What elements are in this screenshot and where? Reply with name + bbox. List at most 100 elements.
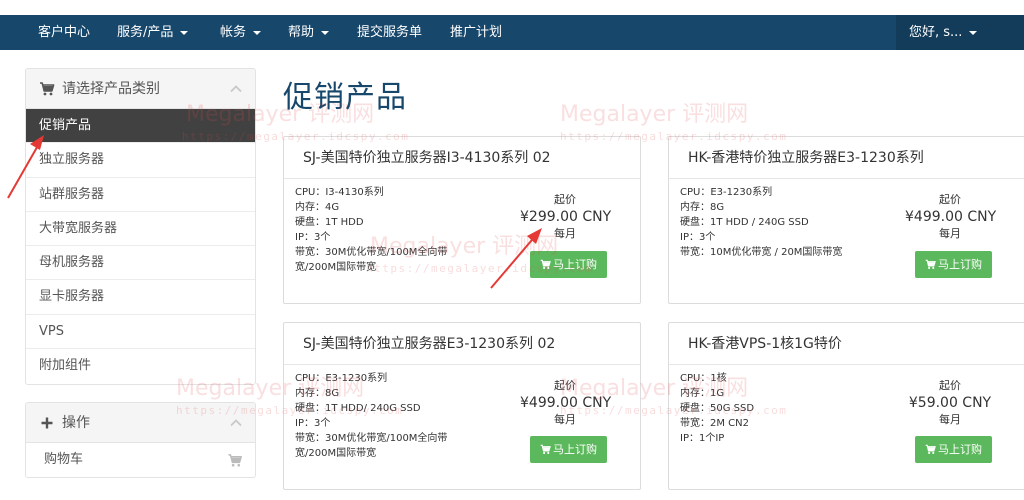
caret-down-icon — [253, 30, 262, 35]
category-addons[interactable]: 附加组件 — [26, 349, 255, 383]
price-value: ¥59.00 CNY — [908, 395, 992, 411]
nav-label: 推广计划 — [450, 25, 503, 40]
price-box: 起价 ¥59.00 CNY 每月 — [905, 379, 995, 427]
category-label: 独立服务器 — [39, 152, 105, 168]
shopping-cart-icon — [540, 444, 551, 454]
product-name: HK-香港特价独立服务器E3-1230系列 — [669, 137, 1024, 179]
shopping-cart-icon — [540, 259, 551, 269]
price-box: 起价 ¥499.00 CNY 每月 — [520, 379, 612, 427]
order-now-button[interactable]: 马上订购 — [530, 251, 607, 278]
spec-line: 内存：1G — [680, 388, 725, 399]
actions-panel-title: 操作 — [62, 415, 90, 431]
order-now-label: 马上订购 — [938, 258, 982, 271]
product-specs: CPU：I3-4130系列 内存：4G 硬盘：1T HDD IP：3个 带宽：3… — [295, 185, 480, 275]
order-now-label: 马上订购 — [938, 443, 982, 456]
category-vps[interactable]: VPS — [26, 315, 255, 350]
price-box: 起价 ¥499.00 CNY 每月 — [905, 193, 997, 241]
nav-label: 提交服务单 — [357, 25, 423, 40]
billing-cycle: 每月 — [554, 413, 576, 426]
nav-client-center[interactable]: 客户中心 — [38, 15, 90, 50]
top-strip — [0, 0, 1024, 15]
shopping-cart-icon — [40, 82, 55, 96]
billing-cycle: 每月 — [939, 413, 961, 426]
spec-line: IP：3个 — [295, 418, 331, 429]
spec-line: IP：3个 — [295, 232, 331, 243]
product-name: SJ-美国特价独立服务器E3-1230系列 02 — [284, 323, 640, 365]
spec-line: CPU：I3-4130系列 — [295, 187, 384, 198]
order-now-button[interactable]: 马上订购 — [530, 436, 607, 463]
category-dedicated[interactable]: 独立服务器 — [26, 143, 255, 178]
actions-panel: 操作 购物车 — [25, 402, 256, 478]
caret-down-icon — [180, 30, 189, 35]
product-name: SJ-美国特价独立服务器I3-4130系列 02 — [284, 137, 640, 179]
price-value: ¥499.00 CNY — [905, 209, 997, 225]
category-label: 显卡服务器 — [39, 289, 105, 305]
nav-services-products[interactable]: 服务/产品 — [117, 15, 189, 50]
spec-line: 硬盘：1T HDD / 240G SSD — [680, 217, 809, 228]
order-now-label: 马上订购 — [553, 258, 597, 271]
billing-cycle: 每月 — [939, 227, 961, 240]
product-card: HK-香港VPS-1核1G特价 CPU：1核 内存：1G 硬盘：50G SSD … — [668, 322, 1024, 490]
user-menu[interactable]: 您好, s... — [909, 15, 978, 50]
category-label: 附加组件 — [39, 358, 92, 374]
price-box: 起价 ¥299.00 CNY 每月 — [520, 193, 612, 241]
nav-label: 客户中心 — [38, 25, 91, 40]
order-now-label: 马上订购 — [553, 443, 597, 456]
actions-panel-heading[interactable]: 操作 — [26, 403, 255, 443]
product-specs: CPU：1核 内存：1G 硬盘：50G SSD 带宽：2M CN2 IP：1个I… — [680, 371, 865, 446]
category-label: 促销产品 — [39, 118, 92, 133]
order-now-button[interactable]: 马上订购 — [915, 251, 992, 278]
category-gpu-server[interactable]: 显卡服务器 — [26, 280, 255, 315]
price-from-label: 起价 — [554, 193, 576, 206]
price-value: ¥299.00 CNY — [520, 209, 612, 225]
category-promo[interactable]: 促销产品 — [26, 109, 255, 144]
user-greeting: 您好, s... — [909, 25, 963, 40]
caret-down-icon — [321, 30, 330, 35]
category-panel-heading[interactable]: 请选择产品类别 — [26, 69, 255, 109]
spec-line: 带宽：30M优化带宽/100M全向带宽/200M国际带宽 — [295, 247, 448, 273]
product-specs: CPU：E3-1230系列 内存：8G 硬盘：1T HDD/ 240G SSD … — [295, 371, 480, 461]
top-navbar: 客户中心 服务/产品 帐务 帮助 提交服务单 推广计划 您好, s... — [0, 0, 1024, 50]
spec-line: 带宽：30M优化带宽/100M全向带宽/200M国际带宽 — [295, 433, 448, 459]
category-label: VPS — [39, 323, 64, 339]
page-title: 促销产品 — [283, 80, 407, 115]
spec-line: 硬盘：1T HDD/ 240G SSD — [295, 403, 421, 414]
shopping-cart-icon — [925, 444, 936, 454]
order-now-button[interactable]: 马上订购 — [915, 436, 992, 463]
nav-label: 帮助 — [288, 25, 315, 40]
nav-submit-ticket[interactable]: 提交服务单 — [357, 15, 422, 50]
category-high-bandwidth[interactable]: 大带宽服务器 — [26, 212, 255, 247]
price-value: ¥499.00 CNY — [520, 395, 612, 411]
nav-billing[interactable]: 帐务 — [220, 15, 262, 50]
caret-down-icon — [969, 30, 978, 35]
price-from-label: 起价 — [554, 379, 576, 392]
spec-line: CPU：1核 — [680, 373, 727, 384]
product-card: SJ-美国特价独立服务器I3-4130系列 02 CPU：I3-4130系列 内… — [283, 136, 641, 304]
spec-line: IP：1个IP — [680, 433, 725, 444]
action-cart[interactable]: 购物车 — [26, 443, 255, 477]
spec-line: IP：3个 — [680, 232, 716, 243]
nav-label: 帐务 — [220, 25, 247, 40]
product-card: HK-香港特价独立服务器E3-1230系列 CPU：E3-1230系列 内存：8… — [668, 136, 1024, 304]
nav-help[interactable]: 帮助 — [288, 15, 330, 50]
category-panel-title: 请选择产品类别 — [62, 81, 160, 97]
price-from-label: 起价 — [939, 379, 961, 392]
billing-cycle: 每月 — [554, 227, 576, 240]
category-host-server[interactable]: 母机服务器 — [26, 246, 255, 281]
nav-label: 服务/产品 — [117, 25, 174, 40]
category-multi-ip[interactable]: 站群服务器 — [26, 178, 255, 212]
spec-line: 硬盘：1T HDD — [295, 217, 364, 228]
category-label: 站群服务器 — [39, 186, 105, 202]
nav-affiliate[interactable]: 推广计划 — [450, 15, 502, 50]
spec-line: 带宽：10M优化带宽 / 20M国际带宽 — [680, 247, 843, 258]
price-from-label: 起价 — [939, 193, 961, 206]
product-name: HK-香港VPS-1核1G特价 — [669, 323, 1024, 365]
plus-icon — [41, 417, 53, 429]
category-label: 母机服务器 — [39, 255, 105, 271]
spec-line: CPU：E3-1230系列 — [295, 373, 388, 384]
chevron-up-icon[interactable] — [229, 416, 243, 430]
chevron-up-icon[interactable] — [229, 82, 243, 96]
action-cart-label: 购物车 — [44, 452, 84, 467]
spec-line: CPU：E3-1230系列 — [680, 187, 773, 198]
product-card: SJ-美国特价独立服务器E3-1230系列 02 CPU：E3-1230系列 内… — [283, 322, 641, 490]
